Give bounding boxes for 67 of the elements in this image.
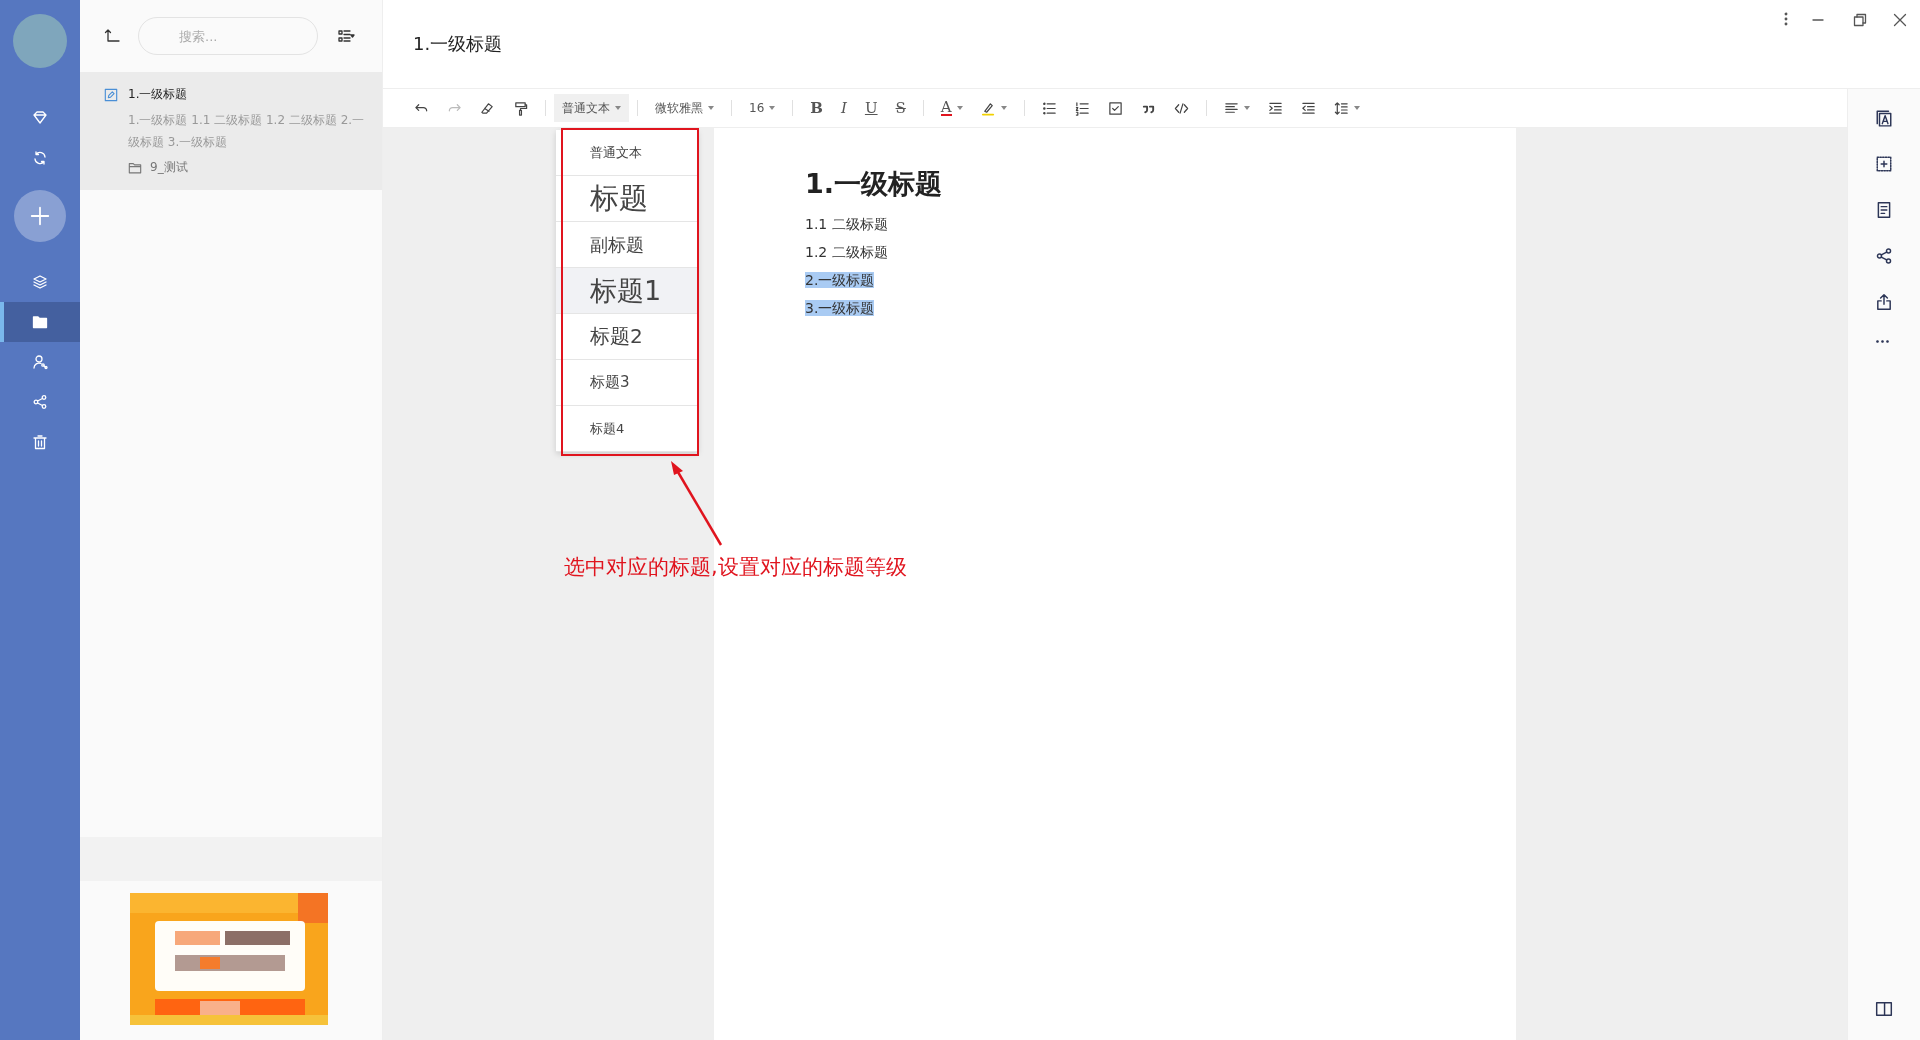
close-icon[interactable] [1892, 12, 1908, 28]
caret-icon [956, 106, 963, 110]
code-icon [1173, 100, 1189, 116]
add-block-icon[interactable] [1875, 155, 1893, 173]
sidebar-item[interactable] [0, 302, 80, 342]
font-color-button[interactable]: A [931, 94, 972, 122]
trash-icon [32, 434, 48, 450]
menu-item[interactable]: 标题 [556, 176, 698, 222]
format-painter-icon [513, 100, 528, 116]
format-button[interactable]: S [886, 94, 915, 122]
note-item[interactable]: 1.一级标题 1.一级标题 1.1 二级标题 1.2 二级标题 2.一级标题 3.一级标题 9_测试 [80, 72, 382, 190]
folder-icon [128, 160, 142, 175]
note-icon [104, 87, 118, 102]
share-icon [32, 394, 48, 410]
menu-item[interactable]: 标题3 [556, 360, 698, 406]
bullet-list-icon [1041, 100, 1057, 116]
add-button[interactable] [14, 190, 66, 242]
caret-icon [708, 106, 714, 110]
share-icon[interactable] [1875, 247, 1893, 265]
size-dropdown[interactable]: 16 [740, 94, 785, 122]
folder-icon [32, 314, 48, 330]
style-dropdown[interactable]: 普通文本 [554, 94, 629, 122]
layers-icon [32, 274, 48, 290]
format-button[interactable]: U [855, 94, 887, 122]
font-dropdown[interactable]: 微软雅黑 [646, 94, 723, 122]
sync-icon [32, 150, 48, 166]
diamond-icon [32, 110, 48, 126]
panel-toggle-icon[interactable] [1875, 1000, 1893, 1018]
outdent-icon [1300, 100, 1316, 116]
menu-item[interactable]: 副标题 [556, 222, 698, 268]
menu-item[interactable]: 标题4 [556, 406, 698, 452]
menu-item[interactable]: 标题2 [556, 314, 698, 360]
checkbox-icon [1107, 100, 1123, 116]
caret-icon [1353, 106, 1360, 110]
more-icon[interactable] [1784, 12, 1788, 26]
document-icon[interactable] [1875, 201, 1893, 219]
more-icon[interactable] [1875, 339, 1890, 343]
folder-name: 9_测试 [150, 159, 188, 176]
eraser-icon [480, 100, 495, 116]
numbered-list-icon [1074, 100, 1090, 116]
highlighter-icon [980, 100, 996, 116]
menu-item[interactable]: 标题1 [556, 268, 698, 314]
indent-icon [1267, 100, 1283, 116]
document-line: 1.1 二级标题 [805, 216, 888, 232]
restore-icon[interactable] [1852, 12, 1868, 28]
format-button[interactable]: B [801, 94, 832, 122]
upload-icon [104, 28, 120, 44]
format-button[interactable]: I [831, 94, 856, 122]
window-title: 1.一级标题 [413, 32, 503, 56]
document-heading: 1.一级标题 [805, 167, 944, 201]
plus-icon [29, 205, 51, 227]
list-view-icon [336, 28, 356, 44]
font-style-icon[interactable] [1875, 109, 1893, 127]
caret-icon [1243, 106, 1250, 110]
annotation-text: 选中对应的标题,设置对应的标题等级 [564, 554, 907, 581]
caret-icon [769, 106, 776, 110]
person-share-icon [32, 354, 48, 370]
export-icon[interactable] [1875, 293, 1893, 311]
menu-item[interactable]: 普通文本 [556, 130, 698, 176]
align-icon [1223, 100, 1239, 116]
caret-icon [615, 106, 621, 110]
line-height-icon [1333, 100, 1349, 116]
note-snippet: 1.一级标题 1.1 二级标题 1.2 二级标题 2.一级标题 3.一级标题 [127, 112, 366, 151]
document-line: 1.2 二级标题 [805, 244, 888, 260]
search-field[interactable]: 搜索... [138, 17, 318, 55]
caret-icon [1000, 106, 1007, 110]
note-title: 1.一级标题 [128, 86, 188, 103]
